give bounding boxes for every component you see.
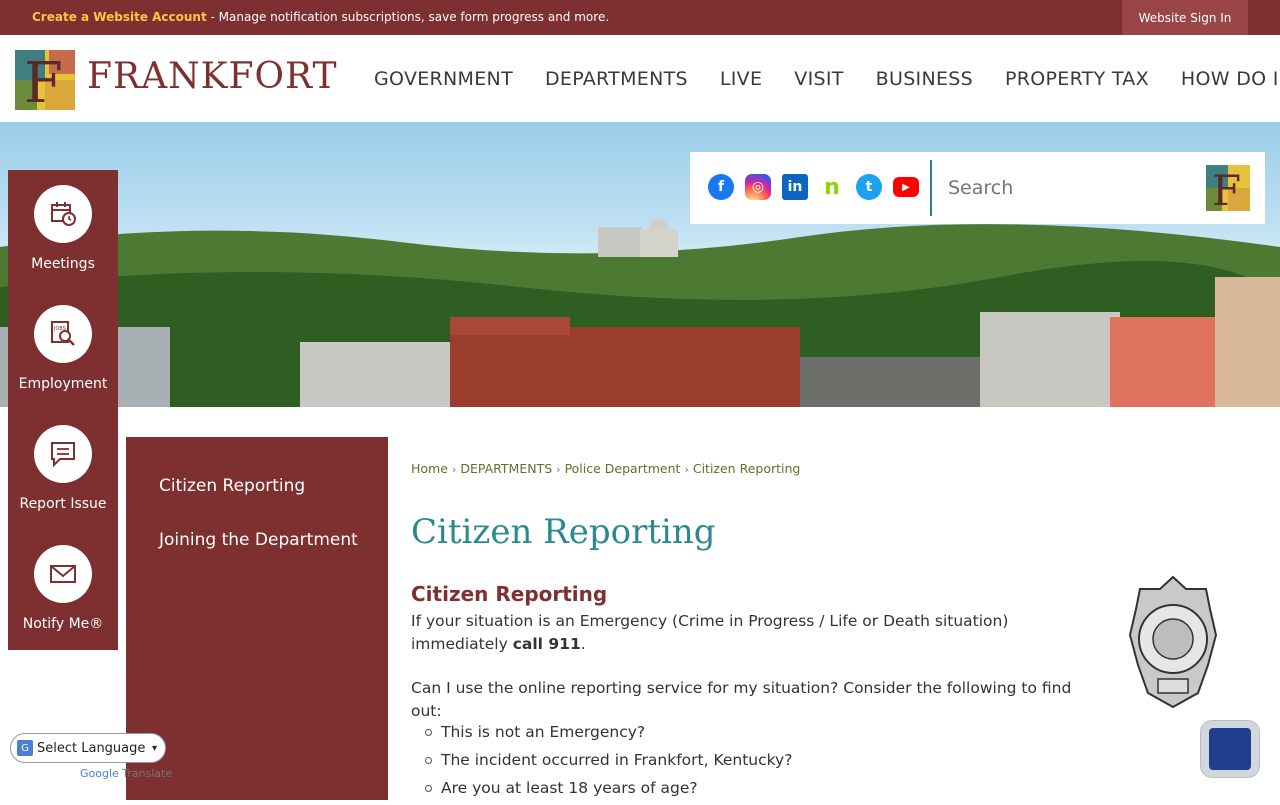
account-message: Create a Website Account - Manage notifi… <box>32 10 609 24</box>
youtube-icon[interactable]: ▶ <box>893 177 919 197</box>
search-button-icon[interactable]: F <box>1206 165 1250 211</box>
nav-visit[interactable]: VISIT <box>778 68 859 90</box>
search-input[interactable] <box>948 170 1188 206</box>
nav-property-tax[interactable]: PROPERTY TAX <box>989 68 1165 90</box>
top-notification-bar: Create a Website Account - Manage notifi… <box>0 0 1280 35</box>
emergency-paragraph: If your situation is an Emergency (Crime… <box>411 610 1101 656</box>
breadcrumb-departments[interactable]: DEPARTMENTS <box>460 461 552 476</box>
frankfort-f-logo-icon: F <box>15 50 75 110</box>
list-item: The incident occurred in Frankfort, Kent… <box>424 749 792 777</box>
social-links: f ◎ in n t ▶ <box>708 174 919 200</box>
nav-government[interactable]: GOVERNMENT <box>358 68 529 90</box>
language-select[interactable]: G Select Language ▾ <box>10 733 166 763</box>
nav-business[interactable]: BUSINESS <box>860 68 989 90</box>
chat-bubble-icon <box>34 425 92 483</box>
breadcrumb-separator: › <box>451 463 457 476</box>
chat-assistant-button[interactable] <box>1200 720 1260 778</box>
breadcrumb-current: Citizen Reporting <box>692 461 801 476</box>
quick-links-panel: Meetings JOBS Employment Report Issue No… <box>8 170 118 650</box>
sidenav-citizen-reporting[interactable]: Citizen Reporting <box>159 474 305 499</box>
quick-link-employment[interactable]: JOBS Employment <box>8 305 118 392</box>
quick-link-meetings[interactable]: Meetings <box>8 185 118 272</box>
envelope-icon <box>34 545 92 603</box>
breadcrumb-home[interactable]: Home <box>411 461 448 476</box>
facebook-icon[interactable]: f <box>708 174 734 200</box>
language-select-label: Select Language <box>37 740 146 756</box>
frankfort-logo[interactable]: F FRANKFORT <box>15 50 345 110</box>
calendar-clock-icon <box>34 185 92 243</box>
frankfort-police-badge-image <box>1128 575 1218 709</box>
eligibility-paragraph: Can I use the online reporting service f… <box>411 679 1072 720</box>
twitter-icon[interactable]: t <box>856 174 882 200</box>
logo-wordmark: FRANKFORT <box>87 56 338 97</box>
frankfort-chat-icon <box>1209 728 1251 770</box>
nav-live[interactable]: LIVE <box>704 68 778 90</box>
breadcrumb: Home › DEPARTMENTS › Police Department › Citiz… <box>411 461 800 476</box>
website-sign-in-button[interactable]: Website Sign In <box>1122 0 1248 35</box>
breadcrumb-separator: › <box>684 463 689 476</box>
quick-link-label: Employment <box>18 376 108 392</box>
list-item: This is not an Emergency? <box>424 721 792 749</box>
call-911-text: call 911 <box>512 635 581 653</box>
instagram-icon[interactable]: ◎ <box>745 174 771 200</box>
account-message-text: - Manage notification subscriptions, sav… <box>206 10 610 24</box>
google-wordmark: Google <box>80 767 119 780</box>
social-search-panel: f ◎ in n t ▶ F <box>690 152 1265 224</box>
quick-link-label: Meetings <box>31 256 95 272</box>
svg-text:F: F <box>24 51 63 110</box>
quick-link-label: Notify Me® <box>22 616 104 632</box>
translate-wordmark[interactable]: Translate <box>122 767 172 780</box>
google-translate-icon: G <box>17 740 33 756</box>
list-item: Are you at least 18 years of age? <box>424 777 792 805</box>
svg-text:F: F <box>1212 166 1241 211</box>
google-translate-credit: Google Translate <box>80 767 172 780</box>
period-text: . <box>580 635 586 653</box>
search-divider <box>930 160 932 216</box>
chevron-down-icon: ▾ <box>151 742 157 754</box>
create-account-link[interactable]: Create a Website Account <box>32 10 207 24</box>
nextdoor-icon[interactable]: n <box>819 174 845 200</box>
nav-departments[interactable]: DEPARTMENTS <box>529 68 704 90</box>
page-title: Citizen Reporting <box>411 512 716 552</box>
linkedin-icon[interactable]: in <box>782 174 808 200</box>
quick-link-label: Report Issue <box>19 496 107 512</box>
city-skyline-image <box>0 219 1280 407</box>
nav-how-do-i[interactable]: HOW DO I.. <box>1165 68 1280 90</box>
quick-link-notify-me[interactable]: Notify Me® <box>8 545 118 632</box>
sidenav-joining-department[interactable]: Joining the Department <box>159 528 359 553</box>
section-heading: Citizen Reporting <box>411 582 608 606</box>
eligibility-list: This is not an Emergency? The incident o… <box>424 721 792 805</box>
jobs-search-icon: JOBS <box>34 305 92 363</box>
breadcrumb-police-department[interactable]: Police Department <box>565 461 681 476</box>
quick-link-report-issue[interactable]: Report Issue <box>8 425 118 512</box>
emergency-text: If your situation is an Emergency (Crime… <box>411 612 1009 653</box>
main-navigation: GOVERNMENT DEPARTMENTS LIVE VISIT BUSINE… <box>358 35 1280 122</box>
site-header: F FRANKFORT GOVERNMENT DEPARTMENTS LIVE … <box>0 35 1280 122</box>
breadcrumb-separator: › <box>556 463 561 476</box>
